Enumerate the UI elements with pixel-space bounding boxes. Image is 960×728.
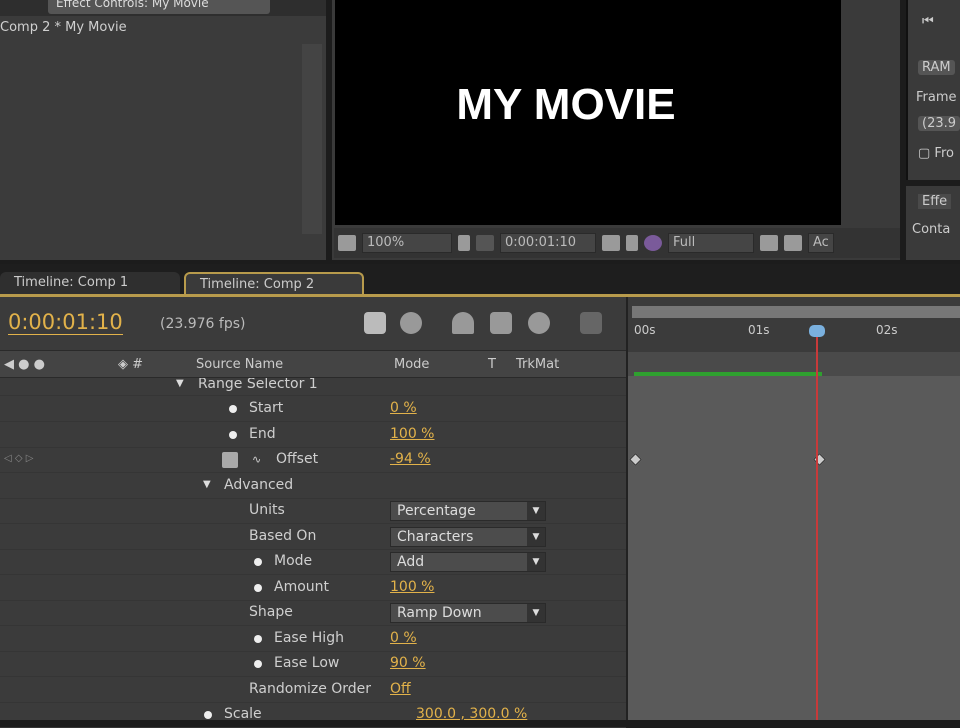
zoom-select[interactable]: 100% bbox=[362, 233, 452, 253]
work-area-bar[interactable] bbox=[632, 306, 960, 318]
active-camera-select[interactable]: Ac bbox=[808, 233, 834, 253]
source-name-header[interactable]: Source Name bbox=[196, 357, 283, 372]
trkmat-header[interactable]: TrkMat bbox=[516, 357, 559, 372]
effect-controls-tab[interactable]: Effect Controls: My Movie bbox=[48, 0, 270, 14]
based-on-dropdown[interactable]: Characters ▼ bbox=[390, 527, 546, 547]
property-row-ease-low[interactable]: Ease Low 90 % bbox=[0, 651, 626, 677]
mode-header[interactable]: Mode bbox=[394, 357, 429, 372]
stopwatch-icon[interactable] bbox=[229, 405, 237, 413]
shy-layers-icon[interactable] bbox=[452, 312, 474, 334]
randomize-order-value[interactable]: Off bbox=[390, 681, 411, 697]
from-current-checkbox[interactable]: ▢ Fro bbox=[918, 146, 954, 161]
amount-value[interactable]: 100 % bbox=[390, 579, 434, 595]
stopwatch-active-icon[interactable] bbox=[222, 452, 238, 468]
chevron-down-icon: ▼ bbox=[527, 502, 545, 520]
property-group-advanced[interactable]: ▼ Advanced bbox=[0, 473, 626, 499]
first-frame-icon[interactable]: ⏮ bbox=[922, 14, 934, 29]
graph-editor-icon[interactable] bbox=[580, 312, 602, 334]
current-time-indicator-handle[interactable] bbox=[809, 325, 825, 337]
movie-title-text: MY MOVIE bbox=[456, 80, 676, 129]
ruler-tick: 00s bbox=[634, 323, 656, 337]
motion-blur-icon[interactable] bbox=[528, 312, 550, 334]
ruler-tick: 02s bbox=[876, 323, 898, 337]
label-column-icon: ◈ # bbox=[118, 357, 144, 372]
viewer-toolbar: 100% 0:00:01:10 Full Ac bbox=[334, 228, 900, 258]
expand-triangle-icon[interactable]: ▼ bbox=[176, 378, 184, 389]
grid-icon[interactable] bbox=[476, 235, 494, 251]
property-row-shape[interactable]: Shape Ramp Down ▼ bbox=[0, 600, 626, 626]
always-preview-icon[interactable] bbox=[338, 235, 356, 251]
viewer-timecode[interactable]: 0:00:01:10 bbox=[500, 233, 596, 253]
contents-label: Conta bbox=[912, 222, 951, 237]
tab-timeline-comp1[interactable]: Timeline: Comp 1 bbox=[0, 272, 180, 296]
property-row-end[interactable]: End 100 % bbox=[0, 422, 626, 448]
property-row-based-on[interactable]: Based On Characters ▼ bbox=[0, 524, 626, 550]
column-headers: ◀ ● ● ◈ # Source Name Mode T TrkMat bbox=[0, 350, 626, 378]
ruler-tick: 01s bbox=[748, 323, 770, 337]
transparency-grid-icon[interactable] bbox=[784, 235, 802, 251]
from-current-label: Fro bbox=[934, 146, 954, 161]
effects-tab[interactable]: Effe bbox=[918, 194, 952, 209]
stopwatch-icon[interactable] bbox=[254, 635, 262, 643]
scrollbar[interactable] bbox=[302, 44, 322, 234]
start-value[interactable]: 0 % bbox=[390, 400, 417, 416]
effect-controls-subtitle: Comp 2 * My Movie bbox=[0, 20, 127, 35]
timeline-tabs: Timeline: Comp 1 Timeline: Comp 2 bbox=[0, 264, 960, 296]
chevron-down-icon: ▼ bbox=[527, 528, 545, 546]
snapshot-icon[interactable] bbox=[602, 235, 620, 251]
region-of-interest-icon[interactable] bbox=[760, 235, 778, 251]
property-row-offset[interactable]: ◁ ◇ ▷ ∿ Offset -94 % bbox=[0, 447, 626, 473]
property-row-units[interactable]: Units Percentage ▼ bbox=[0, 498, 626, 524]
ease-low-value[interactable]: 90 % bbox=[390, 655, 426, 671]
channel-icon[interactable] bbox=[644, 235, 662, 251]
property-row-scale[interactable]: Scale 300.0 , 300.0 % bbox=[0, 702, 626, 728]
stopwatch-icon[interactable] bbox=[254, 660, 262, 668]
ram-preview-button[interactable]: RAM bbox=[918, 60, 955, 75]
effects-presets-panel: Effe Conta bbox=[906, 186, 960, 260]
offset-value[interactable]: -94 % bbox=[390, 451, 431, 467]
stopwatch-icon[interactable] bbox=[254, 558, 262, 566]
keyframe-nav-icon[interactable]: ◁ ◇ ▷ bbox=[4, 453, 33, 464]
property-row-start[interactable]: Start 0 % bbox=[0, 396, 626, 422]
render-bar bbox=[634, 372, 822, 376]
show-snapshot-icon[interactable] bbox=[626, 235, 638, 251]
current-time-indicator[interactable] bbox=[816, 330, 818, 720]
ease-high-value[interactable]: 0 % bbox=[390, 630, 417, 646]
graph-icon[interactable]: ∿ bbox=[252, 453, 261, 466]
property-row-ease-high[interactable]: Ease High 0 % bbox=[0, 626, 626, 652]
property-row-randomize-order[interactable]: Randomize Order Off bbox=[0, 677, 626, 703]
current-time-display[interactable]: 0:00:01:10 bbox=[8, 310, 123, 335]
stopwatch-icon[interactable] bbox=[204, 711, 212, 719]
units-dropdown[interactable]: Percentage ▼ bbox=[390, 501, 546, 521]
expand-triangle-icon[interactable]: ▼ bbox=[203, 479, 211, 490]
chevron-down-icon: ▼ bbox=[527, 604, 545, 622]
stopwatch-icon[interactable] bbox=[254, 584, 262, 592]
effect-controls-panel bbox=[0, 0, 326, 260]
tab-timeline-comp2[interactable]: Timeline: Comp 2 bbox=[184, 272, 364, 296]
av-features-icons: ◀ ● ● bbox=[4, 357, 45, 372]
chevron-down-icon: ▼ bbox=[527, 553, 545, 571]
shape-dropdown[interactable]: Ramp Down ▼ bbox=[390, 603, 546, 623]
time-controls-panel: ⏮ RAM Frame (23.9 ▢ Fro bbox=[906, 0, 960, 180]
mode-dropdown[interactable]: Add ▼ bbox=[390, 552, 546, 572]
frame-rate-field[interactable]: (23.9 bbox=[918, 116, 960, 131]
layer-row[interactable]: ▼ Range Selector 1 bbox=[0, 378, 626, 396]
end-value[interactable]: 100 % bbox=[390, 426, 434, 442]
chevron-down-icon[interactable] bbox=[458, 235, 470, 251]
stopwatch-icon[interactable] bbox=[229, 431, 237, 439]
frame-rate-label: Frame bbox=[916, 90, 957, 105]
draft-3d-icon[interactable] bbox=[400, 312, 422, 334]
t-header[interactable]: T bbox=[488, 357, 496, 372]
live-update-icon[interactable] bbox=[364, 312, 386, 334]
resolution-select[interactable]: Full bbox=[668, 233, 754, 253]
property-row-amount[interactable]: Amount 100 % bbox=[0, 575, 626, 601]
frame-blending-icon[interactable] bbox=[490, 312, 512, 334]
property-row-mode[interactable]: Mode Add ▼ bbox=[0, 549, 626, 575]
fps-label: (23.976 fps) bbox=[160, 316, 246, 332]
